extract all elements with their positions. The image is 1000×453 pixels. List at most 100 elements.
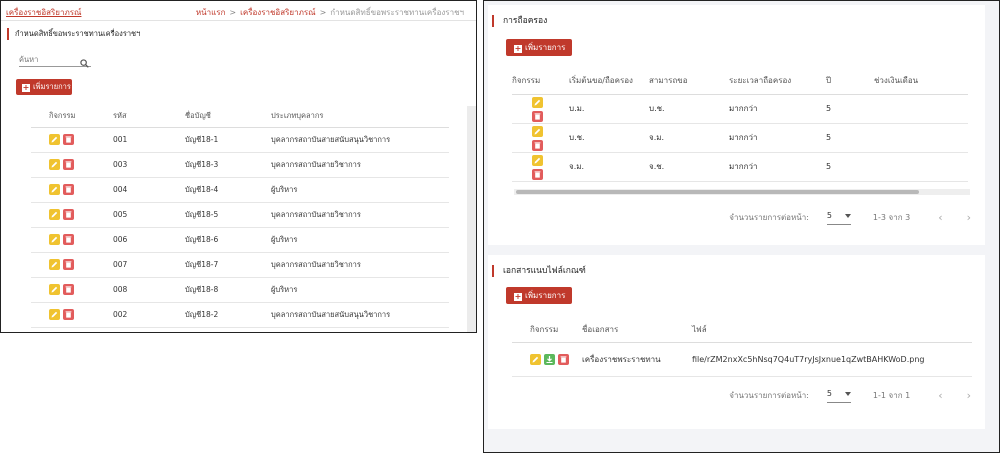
pencil-icon[interactable] (49, 284, 60, 295)
cell-personnel-type: ผู้บริหาร (271, 277, 449, 303)
table-row: 002 บัญชี18-2 บุคลากรสถาบันสายสนับสนุนวิชา… (31, 302, 449, 328)
table-row: 003 บัญชี18-3 บุคลากรสถาบันสายวิชาการ (31, 152, 449, 178)
table-header-row: กิจกรรม เริ่มต้นขอ/ถือครอง สามารถขอ ระยะ… (512, 68, 968, 95)
app-title-link[interactable]: เครื่องราชอิสริยาภรณ์ (6, 6, 81, 19)
caret-down-icon (844, 392, 851, 396)
trash-icon[interactable] (63, 134, 74, 145)
trash-icon[interactable] (63, 209, 74, 220)
pencil-icon[interactable] (49, 309, 60, 320)
search-input[interactable]: ค้นหา (19, 51, 91, 68)
cell-document-name: เครื่องราชพระราชทาน (582, 342, 692, 377)
trash-icon[interactable] (558, 353, 569, 365)
pencil-icon[interactable] (49, 134, 60, 145)
plus-icon: + (514, 292, 522, 301)
cell-account: บัญชี18-8 (185, 277, 271, 303)
pencil-icon[interactable] (49, 234, 60, 245)
cell-salary-range (874, 152, 968, 182)
documents-add-label: เพิ่มรายการ (525, 291, 566, 300)
rows-per-page-value: 5 (826, 211, 833, 220)
pencil-icon[interactable] (532, 97, 543, 108)
pencil-icon[interactable] (49, 159, 60, 170)
trash-icon[interactable] (532, 111, 543, 122)
cell-duration: มากกว่า (729, 152, 826, 182)
holding-pagination: จำนวนรายการต่อหน้า: 5 1-3 จาก 3 ‹ › (729, 209, 971, 225)
cell-years: 5 (826, 152, 874, 182)
trash-icon[interactable] (63, 184, 74, 195)
cell-code: 004 (113, 177, 185, 203)
add-item-button[interactable]: + เพิ่มรายการ (16, 79, 72, 95)
download-icon[interactable] (544, 353, 555, 365)
cell-code: 006 (113, 227, 185, 253)
page-range: 1-1 จาก 1 (872, 390, 911, 400)
trash-icon[interactable] (63, 259, 74, 270)
rows-per-page-select[interactable]: 5 (826, 387, 851, 403)
table-header-row: กิจกรรม ชื่อเอกสาร ไฟล์ (512, 317, 972, 343)
prev-page-button[interactable]: ‹ (938, 211, 942, 224)
trash-icon[interactable] (63, 284, 74, 295)
pencil-icon[interactable] (49, 209, 60, 220)
trash-icon[interactable] (63, 234, 74, 245)
cell-account: บัญชี18-7 (185, 252, 271, 278)
table-row: 006 บัญชี18-6 ผู้บริหาร (31, 227, 449, 253)
row-actions (31, 277, 113, 303)
pencil-icon[interactable] (530, 353, 541, 365)
next-page-button[interactable]: › (967, 211, 971, 224)
pencil-icon[interactable] (49, 259, 60, 270)
documents-table: กิจกรรม ชื่อเอกสาร ไฟล์ เครื่องราชพระราช… (512, 317, 972, 377)
table-row: 008 บัญชี18-8 ผู้บริหาร (31, 277, 449, 303)
holding-card: การถือครอง + เพิ่มรายการ กิจกรรม เริ่มต้น… (488, 5, 985, 245)
breadcrumb-separator: > (229, 8, 237, 17)
row-actions (512, 342, 582, 377)
holding-add-button[interactable]: + เพิ่มรายการ (506, 39, 572, 56)
trash-icon[interactable] (532, 169, 543, 180)
horizontal-scrollbar[interactable] (514, 189, 970, 195)
cell-account: บัญชี18-5 (185, 202, 271, 228)
row-actions (31, 227, 113, 253)
table-row: 007 บัญชี18-7 บุคลากรสถาบันสายวิชาการ (31, 252, 449, 278)
rows-per-page-label: จำนวนรายการต่อหน้า: (729, 212, 809, 222)
table-header-row: กิจกรรม รหัส ชื่อบัญชี ประเภทบุคลากร (31, 105, 449, 128)
next-page-button[interactable]: › (967, 389, 971, 402)
trash-icon[interactable] (63, 159, 74, 170)
pencil-icon[interactable] (532, 126, 543, 137)
breadcrumb-decorations[interactable]: เครื่องราชอิสริยาภรณ์ (240, 8, 315, 17)
column-header-account: ชื่อบัญชี (185, 105, 271, 128)
table-row: 005 บัญชี18-5 บุคลากรสถาบันสายวิชาการ (31, 202, 449, 228)
prev-page-button[interactable]: ‹ (938, 389, 942, 402)
rows-per-page-value: 5 (826, 389, 833, 398)
search-icon[interactable] (80, 53, 89, 72)
row-actions (31, 302, 113, 328)
vertical-scrollbar[interactable] (467, 106, 476, 332)
page-range: 1-3 จาก 3 (872, 212, 911, 222)
breadcrumb-home[interactable]: หน้าแรก (196, 8, 226, 17)
cell-can-request: บ.ช. (649, 94, 729, 124)
trash-icon[interactable] (63, 309, 74, 320)
pencil-icon[interactable] (49, 184, 60, 195)
row-actions (512, 123, 569, 153)
documents-add-button[interactable]: + เพิ่มรายการ (506, 287, 572, 304)
top-bar: เครื่องราชอิสริยาภรณ์ หน้าแรก > เครื่องราช… (1, 1, 476, 21)
column-header-activity: กิจกรรม (512, 317, 582, 343)
column-header-can-request: สามารถขอ (649, 68, 729, 95)
row-actions (31, 152, 113, 178)
cell-can-request: จ.ม. (649, 123, 729, 153)
pencil-icon[interactable] (532, 155, 543, 166)
cell-start: บ.ม. (569, 94, 649, 124)
table-row: เครื่องราชพระราชทาน file/rZM2nxXc5hNsq7Q4… (512, 342, 972, 377)
cell-personnel-type: บุคลากรสถาบันสายสนับสนุนวิชาการ (271, 302, 449, 328)
cell-salary-range (874, 123, 968, 153)
cell-personnel-type: ผู้บริหาร (271, 177, 449, 203)
cell-personnel-type: บุคลากรสถาบันสายวิชาการ (271, 252, 449, 278)
rows-per-page-select[interactable]: 5 (826, 209, 851, 225)
cell-code: 005 (113, 202, 185, 228)
row-actions (31, 252, 113, 278)
cell-file-link[interactable]: file/rZM2nxXc5hNsq7Q4uT7ryJsJxnue1qZwtBA… (692, 342, 972, 377)
row-actions (512, 152, 569, 182)
cell-duration: มากกว่า (729, 94, 826, 124)
cell-code: 003 (113, 152, 185, 178)
trash-icon[interactable] (532, 140, 543, 151)
table-row: 004 บัญชี18-4 ผู้บริหาร (31, 177, 449, 203)
cell-duration: มากกว่า (729, 123, 826, 153)
column-header-code: รหัส (113, 105, 185, 128)
scrollbar-thumb[interactable] (516, 190, 919, 194)
